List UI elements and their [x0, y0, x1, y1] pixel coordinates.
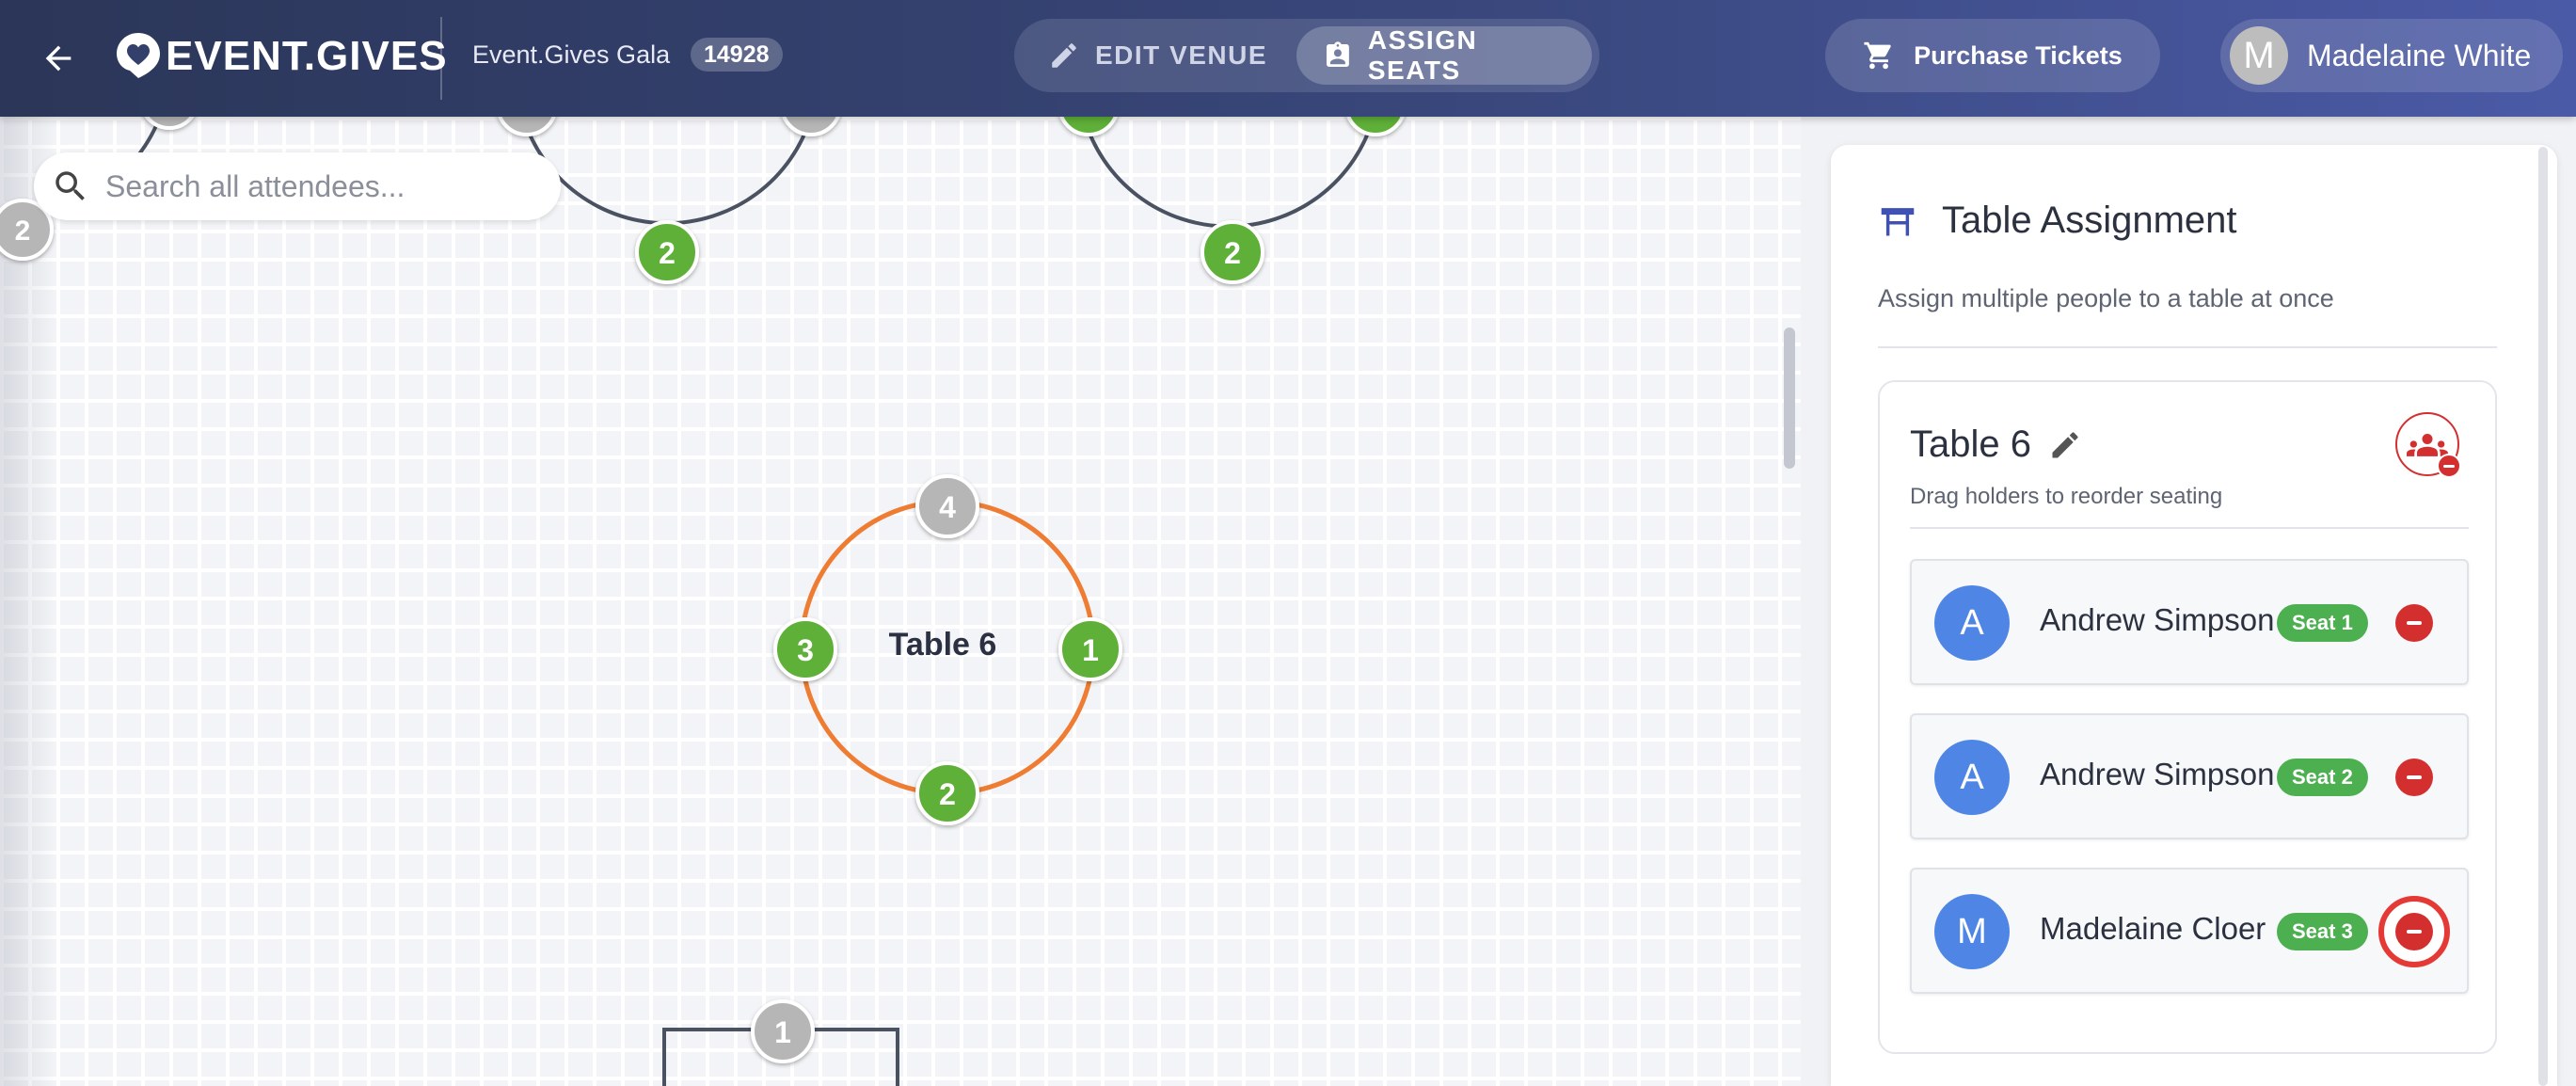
assign-seats-button[interactable]: ASSIGN SEATS — [1296, 25, 1592, 85]
minus-badge-icon — [2437, 454, 2461, 478]
header-divider — [440, 17, 442, 100]
seat-chip: Seat 1 — [2277, 604, 2368, 642]
groups-icon — [2407, 434, 2448, 456]
seat-number: 4 — [939, 490, 956, 524]
user-name: Madelaine White — [2307, 38, 2532, 72]
purchase-tickets-label: Purchase Tickets — [1914, 40, 2123, 70]
assignment-ind-icon — [1326, 41, 1349, 67]
user-menu-button[interactable]: M Madelaine White — [2220, 19, 2563, 92]
panel-header: Table Assignment — [1878, 200, 2237, 242]
remove-circle-icon — [2395, 913, 2433, 950]
holder-avatar: A — [1934, 585, 2010, 661]
purchase-tickets-button[interactable]: Purchase Tickets — [1825, 19, 2160, 92]
logo[interactable]: EVENT.GIVES — [117, 28, 448, 85]
seat-1[interactable]: 1 — [1058, 617, 1122, 681]
seat-number: 2 — [15, 216, 31, 247]
seat-number: 2 — [1224, 236, 1241, 270]
seat-chip: Seat 3 — [2277, 913, 2368, 950]
arrow-left-icon — [45, 45, 72, 72]
panel-subtitle: Assign multiple people to a table at onc… — [1878, 284, 2334, 312]
heart-pin-icon — [117, 33, 160, 78]
seat-4[interactable]: 4 — [915, 474, 979, 538]
table-6-label: Table 6 — [889, 627, 997, 663]
event-id-badge: 14928 — [691, 38, 783, 72]
event-name: Event.Gives Gala — [472, 40, 671, 69]
cart-icon — [1864, 41, 1891, 70]
assign-seats-label: ASSIGN SEATS — [1367, 25, 1478, 85]
attendee-search[interactable] — [34, 152, 561, 220]
ticket-holder-row[interactable]: A Andrew Simpson Seat 1 — [1910, 559, 2469, 685]
seat-chip: Seat 2 — [2277, 759, 2368, 796]
search-icon — [56, 171, 85, 200]
logo-text: EVENT.GIVES — [166, 33, 448, 79]
table-bar-icon — [1881, 207, 1915, 236]
drag-hint: Drag holders to reorder seating — [1910, 484, 2223, 509]
search-input[interactable] — [105, 168, 538, 204]
holder-name: Andrew Simpson — [2040, 757, 2275, 791]
holder-avatar: A — [1934, 740, 2010, 815]
card-divider — [1910, 527, 2469, 529]
remove-all-holders-button[interactable] — [2395, 412, 2461, 478]
remove-circle-icon — [2395, 759, 2433, 796]
edit-venue-label: EDIT VENUE — [1095, 40, 1268, 70]
mode-toggle: EDIT VENUE ASSIGN SEATS — [1014, 19, 1599, 92]
seat-2[interactable]: 2 — [915, 761, 979, 825]
seat-number: 2 — [939, 777, 956, 811]
card-title: Table 6 — [1910, 423, 2031, 465]
remove-holder-button[interactable] — [2393, 602, 2435, 644]
ticket-holder-row[interactable]: M Madelaine Cloer Seat 3 — [1910, 868, 2469, 994]
panel-scrollbar[interactable] — [2538, 147, 2548, 1086]
ticket-holder-row[interactable]: A Andrew Simpson Seat 2 — [1910, 713, 2469, 839]
seat-3[interactable]: 3 — [773, 617, 837, 681]
panel-divider — [1878, 346, 2497, 348]
remove-holder-button[interactable] — [2393, 757, 2435, 798]
card-header: Table 6 — [1910, 423, 2084, 466]
seating-canvas[interactable] — [0, 117, 1801, 1086]
holder-avatar: M — [1934, 894, 2010, 969]
seat-number: 1 — [1082, 633, 1099, 667]
remove-circle-icon — [2395, 604, 2433, 642]
edit-table-name-button[interactable] — [2046, 426, 2084, 464]
top-app-bar: EVENT.GIVES Event.Gives Gala 14928 EDIT … — [0, 0, 2576, 117]
remove-holder-button[interactable] — [2378, 896, 2450, 967]
seat-number: 3 — [797, 633, 814, 667]
canvas-scrollbar[interactable] — [1784, 327, 1795, 469]
seat-number: 2 — [659, 236, 676, 270]
table-assignment-panel: Table Assignment Assign multiple people … — [1831, 145, 2557, 1086]
pencil-icon — [1052, 43, 1076, 68]
user-avatar: M — [2230, 26, 2288, 85]
pencil-icon — [2052, 431, 2078, 457]
table-card: Table 6 Drag holders to reorder seating … — [1878, 380, 2497, 1054]
panel-title: Table Assignment — [1942, 200, 2237, 241]
holder-name: Andrew Simpson — [2040, 602, 2275, 637]
holder-name: Madelaine Cloer — [2040, 911, 2266, 946]
back-button[interactable] — [32, 32, 85, 85]
edit-venue-button[interactable]: EDIT VENUE — [1022, 26, 1295, 85]
seat-number: 1 — [774, 1015, 791, 1049]
